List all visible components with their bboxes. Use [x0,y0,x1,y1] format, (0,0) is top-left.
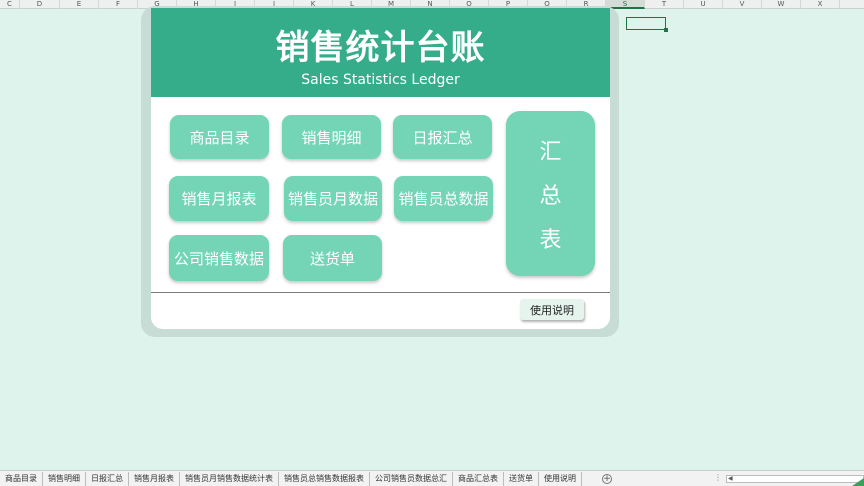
column-header[interactable]: E [60,0,99,9]
nav-button-sales-detail[interactable]: 销售明细 [282,115,381,159]
summary-char: 表 [539,227,562,253]
column-header[interactable]: D [20,0,60,9]
divider [151,292,610,293]
summary-char: 总 [539,183,562,209]
scroll-left-arrow-icon[interactable]: ◀ [728,475,733,482]
page-subtitle: Sales Statistics Ledger [301,72,460,88]
sheet-tab[interactable]: 公司销售员数据总汇 [370,471,453,486]
help-button[interactable]: 使用说明 [520,299,584,320]
sheet-tab[interactable]: 商品目录 [0,471,43,486]
selected-cell[interactable] [626,17,668,32]
sheet-tab[interactable]: 销售员月销售数据统计表 [180,471,279,486]
sheet-tab[interactable]: 销售月报表 [129,471,180,486]
column-header[interactable]: C [0,0,20,9]
dashboard-card: 销售统计台账 Sales Statistics Ledger 商品目录 销售明细… [151,8,610,329]
plus-circle-icon[interactable]: + [602,473,612,484]
tab-scroll-dots-icon[interactable]: ⋮ [714,473,722,482]
column-header[interactable]: U [684,0,723,9]
sheet-tab[interactable]: 商品汇总表 [453,471,504,486]
sheet-tab[interactable]: 销售员总销售数据报表 [279,471,370,486]
summary-table-button[interactable]: 汇 总 表 [506,111,595,276]
summary-char: 汇 [539,139,562,165]
column-header[interactable]: F [99,0,138,9]
column-header[interactable]: T [645,0,684,9]
nav-button-salesperson-monthly[interactable]: 销售员月数据 [284,176,382,221]
nav-button-delivery-note[interactable]: 送货单 [283,235,382,281]
column-header[interactable]: V [723,0,762,9]
sheet-tab-bar: 商品目录 销售明细 日报汇总 销售月报表 销售员月销售数据统计表 销售员总销售数… [0,470,864,486]
sheet-tab[interactable]: 销售明细 [43,471,86,486]
sheet-tab[interactable]: 送货单 [504,471,539,486]
nav-button-salesperson-total[interactable]: 销售员总数据 [394,176,493,221]
column-header[interactable]: W [762,0,801,9]
column-header[interactable]: X [801,0,840,9]
fill-handle[interactable] [664,28,668,32]
nav-button-monthly-report[interactable]: 销售月报表 [169,176,269,221]
sheet-tab[interactable]: 使用说明 [539,471,582,486]
nav-button-company-sales[interactable]: 公司销售数据 [169,235,269,281]
nav-button-product-catalog[interactable]: 商品目录 [170,115,269,159]
corner-indicator [852,478,864,486]
sheet-tab[interactable]: 日报汇总 [86,471,129,486]
nav-button-daily-summary[interactable]: 日报汇总 [393,115,492,159]
title-banner: 销售统计台账 Sales Statistics Ledger [151,8,610,97]
page-title: 销售统计台账 [275,28,486,68]
horizontal-scrollbar[interactable]: ◀ [726,475,864,483]
